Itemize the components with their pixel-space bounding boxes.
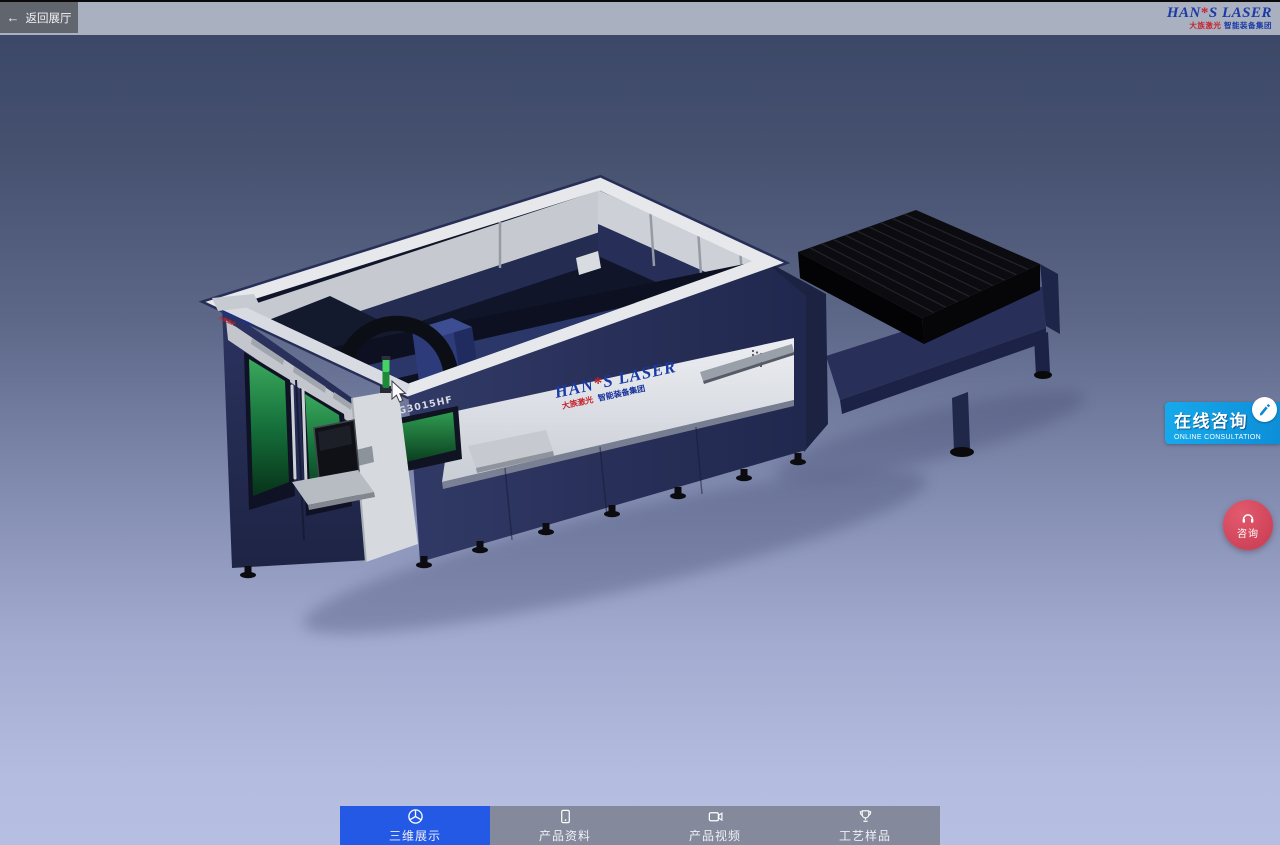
consult-float-button[interactable]: 咨询 [1223, 500, 1273, 550]
machine-3d-viewport[interactable]: HAN*S LASER 大族激光智能装备集团 G3015HF HAN'S LAS… [0, 0, 1280, 845]
bottom-navigation: 三维展示 产品资料 产品视频 工艺样品 [340, 806, 940, 845]
cube-3d-icon [407, 808, 424, 825]
tab-label: 产品资料 [539, 827, 591, 844]
pen-chat-icon [1252, 397, 1277, 422]
consultation-subtitle: ONLINE CONSULTATION [1174, 434, 1274, 441]
online-consultation-badge[interactable]: 在线咨询 ONLINE CONSULTATION [1165, 402, 1280, 444]
logo-wordmark: HAN*S LASER [1167, 6, 1272, 22]
consult-button-label: 咨询 [1237, 525, 1259, 540]
top-bar: ← 返回展厅 HAN*S LASER 大族激光 智能装备集团 [0, 0, 1280, 35]
hans-laser-logo: HAN*S LASER 大族激光 智能装备集团 [1167, 6, 1272, 30]
back-arrow-icon: ← [7, 11, 20, 24]
document-icon [557, 808, 574, 825]
tab-label: 工艺样品 [839, 827, 891, 844]
tab-product-info[interactable]: 产品资料 [490, 806, 640, 845]
trophy-icon [857, 808, 874, 825]
logo-subtitle: 大族激光 智能装备集团 [1167, 22, 1272, 30]
tab-label: 产品视频 [689, 827, 741, 844]
video-camera-icon [707, 808, 724, 825]
back-button-label: 返回展厅 [26, 10, 72, 26]
headset-icon [1240, 511, 1256, 524]
tab-label: 三维展示 [389, 827, 441, 844]
back-to-hall-button[interactable]: ← 返回展厅 [0, 2, 78, 33]
tab-3d-display[interactable]: 三维展示 [340, 806, 490, 845]
tab-product-video[interactable]: 产品视频 [640, 806, 790, 845]
tab-process-samples[interactable]: 工艺样品 [790, 806, 940, 845]
